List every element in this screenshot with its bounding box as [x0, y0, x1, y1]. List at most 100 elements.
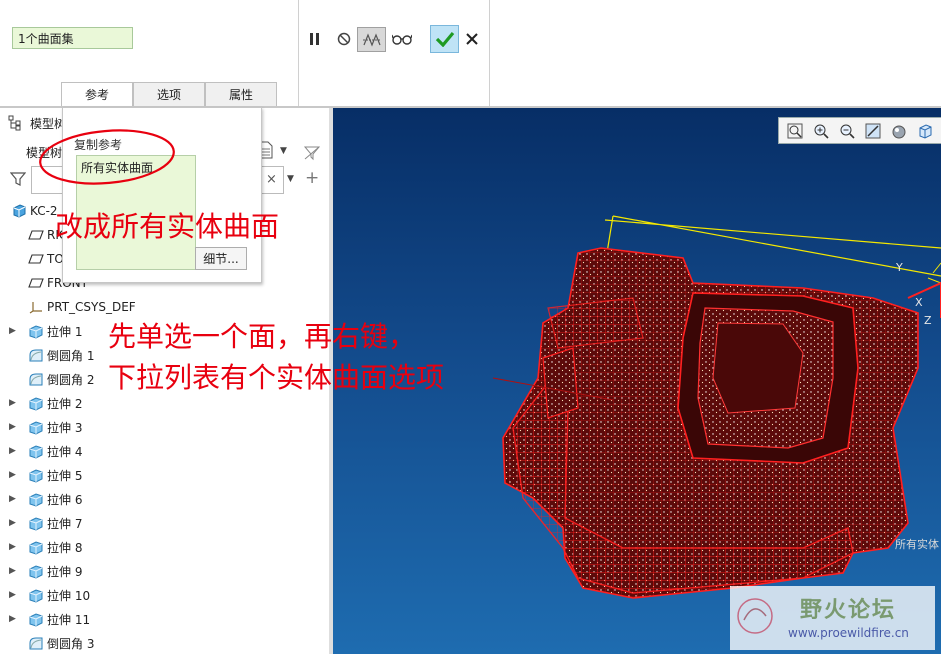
- add-icon[interactable]: +: [305, 168, 319, 188]
- details-button[interactable]: 细节...: [195, 247, 247, 270]
- display-style-icon[interactable]: [887, 120, 910, 141]
- tree-item[interactable]: ▶ 拉伸 5: [0, 463, 330, 487]
- extrude-icon: [25, 396, 47, 411]
- model-tree-subheader: 模型树: [26, 146, 63, 160]
- app-window: 1个曲面集 参考 选项 属性 模型树 模型树 ▼ × ▼ + KC-2 TOP …: [0, 0, 941, 654]
- zoom-in-icon[interactable]: [809, 120, 832, 141]
- expand-arrow-icon[interactable]: ▶: [0, 566, 25, 576]
- ribbon-divider: [298, 0, 299, 107]
- extrude-icon: [25, 468, 47, 483]
- clear-icon[interactable]: ×: [266, 172, 277, 187]
- hide-filter-icon[interactable]: [303, 145, 323, 163]
- axis-label-y: Y: [895, 261, 903, 274]
- no-preview-icon[interactable]: [335, 30, 353, 48]
- extrude-icon: [25, 588, 47, 603]
- tree-item-label: 拉伸 11: [47, 612, 91, 627]
- round-icon: [25, 348, 47, 363]
- status-text-fragment: 所有实体: [895, 537, 939, 551]
- view-toolbar: [778, 117, 941, 144]
- tree-item[interactable]: ▶ 拉伸 4: [0, 439, 330, 463]
- round-icon: [25, 636, 47, 651]
- expand-arrow-icon[interactable]: ▶: [0, 470, 25, 480]
- cancel-icon[interactable]: [464, 31, 480, 47]
- ribbon-divider: [489, 0, 490, 107]
- references-popup: 复制参考 所有实体曲面 细节...: [62, 107, 262, 283]
- watermark-url: www.proewildfire.cn: [788, 626, 909, 640]
- copy-references-label: 复制参考: [74, 138, 123, 152]
- tree-item-label: 拉伸 4: [47, 444, 83, 459]
- expand-arrow-icon[interactable]: ▶: [0, 614, 25, 624]
- tab-properties[interactable]: 属性: [205, 82, 277, 107]
- tree-item-label: 拉伸 6: [47, 492, 83, 507]
- zoom-out-icon[interactable]: [835, 120, 858, 141]
- tree-item-label: 倒圆角 3: [47, 636, 95, 651]
- tree-item-label: 拉伸 7: [47, 516, 83, 531]
- view-orient-icon[interactable]: [913, 120, 936, 141]
- tree-item-label: 拉伸 5: [47, 468, 83, 483]
- expand-arrow-icon[interactable]: ▶: [0, 590, 25, 600]
- extrude-icon: [25, 420, 47, 435]
- datum-plane-icon: [25, 277, 47, 289]
- filter-icon[interactable]: [9, 171, 28, 189]
- tree-item-label: 拉伸 8: [47, 540, 83, 555]
- tree-item-label: PRT_CSYS_DEF: [47, 300, 136, 314]
- axis-label-x: X: [915, 296, 923, 309]
- tree-item-label: 倒圆角 2: [47, 372, 95, 387]
- verify-icon[interactable]: [357, 27, 386, 52]
- datum-plane-icon: [25, 253, 47, 265]
- tree-item[interactable]: ▶ 拉伸 10: [0, 583, 330, 607]
- tree-structure-icon[interactable]: [8, 115, 24, 131]
- chevron-down-icon[interactable]: ▼: [280, 146, 287, 156]
- pause-icon[interactable]: [306, 30, 324, 48]
- extrude-icon: [25, 612, 47, 627]
- tree-item-label: 倒圆角 1: [47, 348, 95, 363]
- expand-arrow-icon[interactable]: ▶: [0, 542, 25, 552]
- csys-icon: [25, 300, 47, 314]
- expand-arrow-icon[interactable]: ▶: [0, 494, 25, 504]
- tree-item[interactable]: ▶ 拉伸 8: [0, 535, 330, 559]
- zoom-fit-icon[interactable]: [783, 120, 806, 141]
- extrude-icon: [25, 564, 47, 579]
- expand-arrow-icon[interactable]: ▶: [0, 446, 25, 456]
- tree-item[interactable]: ▶ 拉伸 3: [0, 415, 330, 439]
- forum-watermark: 野火论坛 www.proewildfire.cn: [730, 586, 935, 650]
- axis-label-z: Z: [924, 314, 932, 327]
- glasses-icon[interactable]: [391, 29, 413, 49]
- annotation-note-2a: 先单选一个面，再右键，: [108, 320, 417, 353]
- tree-item[interactable]: ▶ 拉伸 9: [0, 559, 330, 583]
- confirm-icon[interactable]: [430, 25, 459, 53]
- tree-item-label: 拉伸 2: [47, 396, 83, 411]
- extrude-icon: [25, 492, 47, 507]
- tree-item[interactable]: ▶ 拉伸 7: [0, 511, 330, 535]
- tree-item[interactable]: ▶ 拉伸 11: [0, 607, 330, 631]
- extrude-icon: [25, 444, 47, 459]
- expand-arrow-icon[interactable]: ▶: [0, 518, 25, 528]
- tree-item[interactable]: ▶ 拉伸 6: [0, 487, 330, 511]
- annotation-note-2b: 下拉列表有个实体曲面选项: [108, 361, 445, 394]
- extrude-icon: [25, 324, 47, 339]
- tab-options[interactable]: 选项: [133, 82, 205, 107]
- watermark-title: 野火论坛: [800, 598, 897, 623]
- tab-references[interactable]: 参考: [61, 82, 133, 107]
- round-icon: [25, 372, 47, 387]
- repaint-icon[interactable]: [861, 120, 884, 141]
- tree-item[interactable]: 倒圆角 3: [0, 631, 330, 654]
- extrude-icon: [25, 540, 47, 555]
- tree-item-label: 拉伸 9: [47, 564, 83, 579]
- annotation-note-1: 改成所有实体曲面: [55, 210, 280, 243]
- expand-arrow-icon[interactable]: ▶: [0, 398, 25, 408]
- tree-item-label: 拉伸 1: [47, 324, 83, 339]
- surface-set-field[interactable]: 1个曲面集: [12, 27, 133, 49]
- extrude-icon: [25, 516, 47, 531]
- dashboard-ribbon: 1个曲面集 参考 选项 属性: [0, 0, 941, 107]
- part-icon: [8, 204, 30, 218]
- expand-arrow-icon[interactable]: ▶: [0, 326, 25, 336]
- tree-item-label: 拉伸 3: [47, 420, 83, 435]
- model-tree-header: 模型树: [30, 117, 67, 131]
- tree-item-label: 拉伸 10: [47, 588, 91, 603]
- chevron-down-icon[interactable]: ▼: [287, 174, 294, 184]
- datum-plane-icon: [25, 229, 47, 241]
- expand-arrow-icon[interactable]: ▶: [0, 422, 25, 432]
- all-solid-surfaces-item[interactable]: 所有实体曲面: [81, 159, 153, 176]
- tree-item-label: KC-2: [30, 204, 58, 218]
